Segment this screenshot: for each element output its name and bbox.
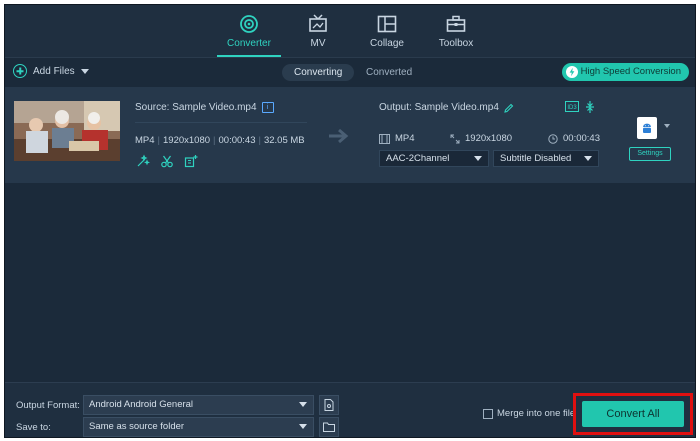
arrow-right-icon [329, 128, 349, 144]
chevron-down-icon[interactable] [664, 124, 670, 128]
bottom-bar: Output Format: Android Android General S… [5, 382, 695, 437]
settings-button[interactable]: Settings [629, 147, 671, 161]
svg-text:ID3: ID3 [567, 105, 577, 111]
chevron-down-icon [584, 156, 592, 161]
resize-icon [450, 134, 460, 143]
add-icon [13, 64, 27, 78]
output-duration: 00:00:43 [563, 133, 600, 144]
subtitle-value: Subtitle Disabled [500, 153, 572, 164]
chevron-down-icon [299, 424, 307, 429]
android-icon [643, 123, 651, 133]
toolbox-icon [446, 15, 466, 32]
compress-icon[interactable] [585, 101, 595, 113]
top-nav: Converter MV Collage Toolbox [5, 5, 695, 57]
converter-icon [240, 15, 258, 33]
output-actions: ID3 [565, 101, 595, 113]
source-duration: 00:00:43 [218, 135, 256, 146]
output-resolution: 1920x1080 [465, 133, 513, 144]
high-speed-label: High Speed Conversion [580, 66, 681, 77]
divider [135, 122, 307, 123]
output-format-select[interactable]: Android Android General [83, 395, 314, 415]
chevron-down-icon[interactable] [80, 68, 89, 74]
tab-mv[interactable]: MV [280, 11, 356, 57]
save-to-value: Same as source folder [89, 421, 185, 432]
merge-checkbox[interactable]: Merge into one file [483, 408, 575, 419]
cut-icon[interactable] [160, 154, 174, 168]
tab-converter[interactable]: Converter [211, 11, 287, 57]
output-resolution-spec: 1920x1080 [450, 133, 512, 144]
edit-name-icon[interactable] [504, 103, 514, 113]
source-resolution: 1920x1080 [163, 135, 211, 146]
open-folder-button[interactable] [319, 417, 339, 437]
tv-icon [309, 14, 327, 32]
tab-converted[interactable]: Converted [354, 64, 424, 81]
enhance-icon[interactable] [136, 154, 151, 168]
clock-icon [548, 133, 558, 144]
video-thumbnail[interactable] [14, 101, 120, 161]
tab-converting[interactable]: Converting [282, 64, 355, 81]
source-size: 32.05 MB [263, 135, 305, 146]
convert-all-button[interactable]: Convert All [582, 401, 684, 427]
folder-icon [323, 422, 335, 432]
info-icon[interactable]: i [261, 102, 274, 113]
output-format-button[interactable] [637, 117, 657, 139]
edit-tools [136, 154, 198, 168]
output-format: MP4 [395, 133, 415, 144]
output-format-spec: MP4 [379, 133, 415, 144]
chevron-down-icon [474, 156, 482, 161]
file-item: Source: Sample Video.mp4 i MP4 | 1920x1080… [5, 87, 695, 183]
format-settings-button[interactable] [319, 395, 339, 415]
tab-toolbox-label: Toolbox [438, 38, 474, 49]
output-file: Output: Sample Video.mp4 [379, 102, 514, 113]
tab-collage-label: Collage [370, 38, 404, 49]
id3-icon[interactable]: ID3 [565, 101, 579, 112]
tab-collage[interactable]: Collage [349, 11, 425, 57]
toolbar: Add Files Converting Converted High Spee… [5, 57, 695, 87]
merge-label: Merge into one file [497, 408, 576, 419]
tab-mv-label: MV [310, 38, 326, 49]
source-meta: MP4 | 1920x1080 | 00:00:43 | 32.05 MB [135, 135, 305, 146]
film-icon [379, 133, 390, 144]
source-format: MP4 [135, 135, 155, 146]
chevron-down-icon [299, 402, 307, 407]
audio-track-select[interactable]: AAC-2Channel [379, 150, 489, 167]
checkbox[interactable] [483, 408, 493, 419]
source-file: Source: Sample Video.mp4 i [135, 102, 274, 113]
save-to-select[interactable]: Same as source folder [83, 417, 314, 437]
output-duration-spec: 00:00:43 [548, 133, 600, 144]
tab-converter-label: Converter [227, 38, 271, 49]
high-speed-conversion-button[interactable]: High Speed Conversion [561, 63, 689, 81]
collage-icon [377, 15, 397, 33]
audio-track-value: AAC-2Channel [386, 153, 450, 164]
output-filename: Output: Sample Video.mp4 [379, 102, 499, 113]
source-filename: Source: Sample Video.mp4 [135, 102, 257, 113]
app-window: Converter MV Collage Toolbox Add Files C… [4, 4, 696, 438]
save-to-label: Save to: [16, 422, 51, 433]
tab-toolbox[interactable]: Toolbox [418, 11, 494, 57]
edit-effects-icon[interactable] [184, 154, 198, 168]
convert-all-highlight: Convert All [573, 393, 693, 435]
output-format-value: Android Android General [89, 399, 194, 410]
add-files-label: Add Files [33, 65, 75, 77]
output-format-label: Output Format: [16, 400, 80, 411]
document-icon [324, 399, 334, 411]
subtitle-select[interactable]: Subtitle Disabled [493, 150, 599, 167]
lightning-icon [565, 66, 578, 78]
add-files-button[interactable]: Add Files [13, 64, 89, 78]
